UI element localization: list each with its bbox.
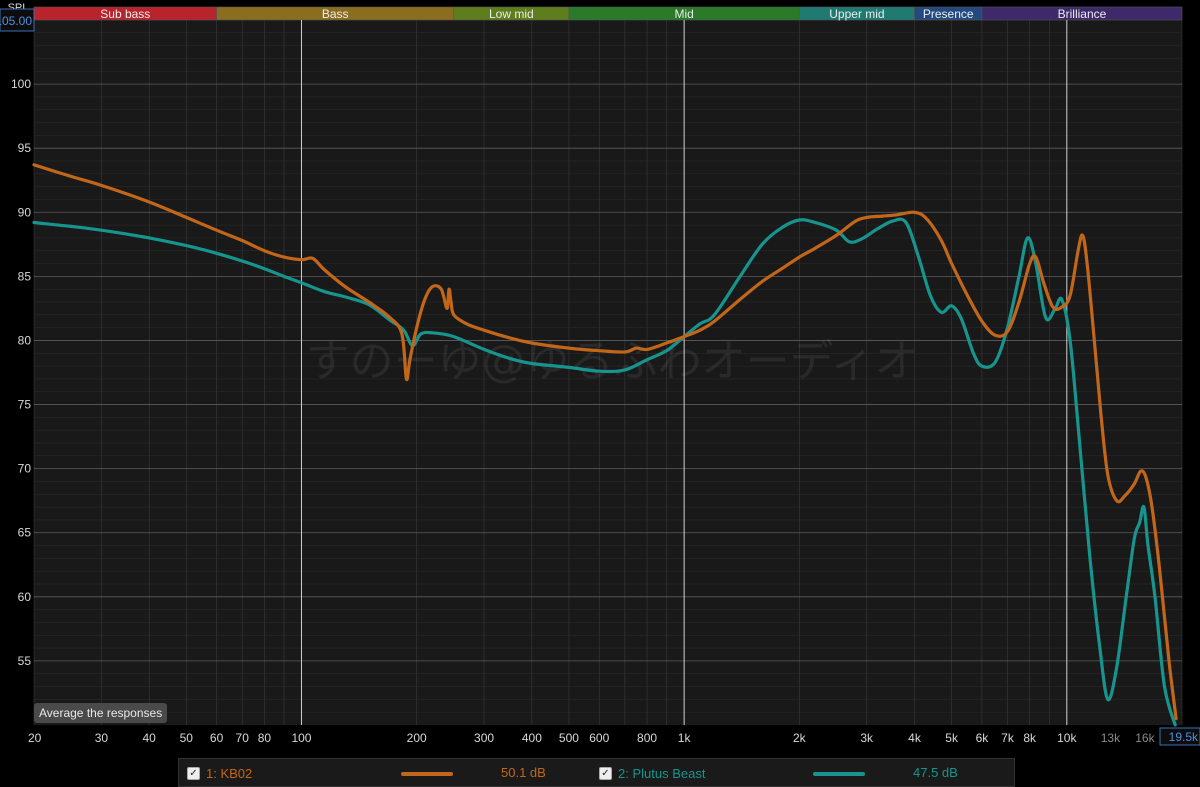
y-tick-label: 75 <box>18 398 32 412</box>
x-tick-label: 300 <box>474 731 494 745</box>
y-tick-label: 100 <box>11 77 31 91</box>
y-tick-label: 95 <box>18 141 32 155</box>
y-tick-label: 65 <box>18 526 32 540</box>
kb02-checkbox[interactable]: ✓ <box>187 766 200 780</box>
x-tick-label: 500 <box>559 731 579 745</box>
x-tick-label: 7k <box>1001 731 1015 745</box>
x-tick-label: 30 <box>95 731 109 745</box>
legend-item-plutus-beast[interactable]: ✓ 2: Plutus Beast <box>599 759 705 787</box>
band-label-sub-bass: Sub bass <box>100 7 150 21</box>
x-tick-label: 1k <box>678 731 692 745</box>
plutus-beast-checkbox[interactable]: ✓ <box>599 766 612 780</box>
x-right-readout: 19.5k <box>1169 730 1199 744</box>
x-tick-label: 6k <box>976 731 990 745</box>
band-label-upper-mid: Upper mid <box>829 7 884 21</box>
x-tick-label: 40 <box>143 731 157 745</box>
x-tick-label: 80 <box>258 731 272 745</box>
x-tick-label: 13k <box>1101 731 1121 745</box>
kb02-legend-label: 1: KB02 <box>206 765 253 781</box>
x-tick-label: 400 <box>522 731 542 745</box>
x-tick-label: 16k <box>1135 731 1155 745</box>
x-tick-label: 200 <box>407 731 427 745</box>
x-tick-label: 3k <box>860 731 874 745</box>
x-tick-label: 2k <box>793 731 807 745</box>
band-label-low-mid: Low mid <box>489 7 534 21</box>
x-tick-label: 100 <box>291 731 311 745</box>
x-tick-label: 10k <box>1057 731 1077 745</box>
x-tick-label: 4k <box>908 731 922 745</box>
plutus-beast-legend-label: 2: Plutus Beast <box>618 765 706 781</box>
y-tick-label: 80 <box>18 333 32 347</box>
watermark-text: すのーゆ@ゆるふわオーディオ <box>306 336 919 387</box>
y-tick-label: 60 <box>18 590 32 604</box>
kb02-level: 50.1 dB <box>501 765 546 780</box>
y-top-readout: 105.00 <box>0 14 32 28</box>
y-tick-label: 55 <box>18 654 32 668</box>
y-tick-label: 85 <box>18 269 32 283</box>
band-label-mid: Mid <box>674 7 693 21</box>
x-tick-label: 50 <box>180 731 194 745</box>
average-responses-button[interactable]: Average the responses <box>34 703 168 723</box>
x-tick-label: 20 <box>28 731 42 745</box>
y-tick-label: 70 <box>18 462 32 476</box>
x-tick-label: 600 <box>589 731 609 745</box>
plutus-beast-level: 47.5 dB <box>913 765 958 780</box>
x-tick-label: 5k <box>945 731 959 745</box>
band-label-presence: Presence <box>923 7 974 21</box>
frequency-band-bar: Sub bass Bass Low mid Mid Upper mid Presence B… <box>33 6 1183 21</box>
legend-item-kb02[interactable]: ✓ 1: KB02 <box>187 759 252 787</box>
x-tick-label: 8k <box>1023 731 1037 745</box>
band-label-brilliance: Brilliance <box>1058 7 1107 21</box>
x-tick-label: 70 <box>236 731 250 745</box>
frequency-response-chart[interactable]: Sub bass Bass Low mid Mid Upper mid Presence B… <box>0 0 1200 787</box>
x-tick-label: 800 <box>637 731 657 745</box>
plutus-beast-line-swatch <box>813 772 865 776</box>
kb02-line-swatch <box>401 772 453 776</box>
band-label-bass: Bass <box>322 7 349 21</box>
x-tick-label: 60 <box>210 731 224 745</box>
y-tick-label: 90 <box>18 205 32 219</box>
legend-panel: ✓ 1: KB02 50.1 dB ✓ 2: Plutus Beast 47.5… <box>178 758 1015 787</box>
